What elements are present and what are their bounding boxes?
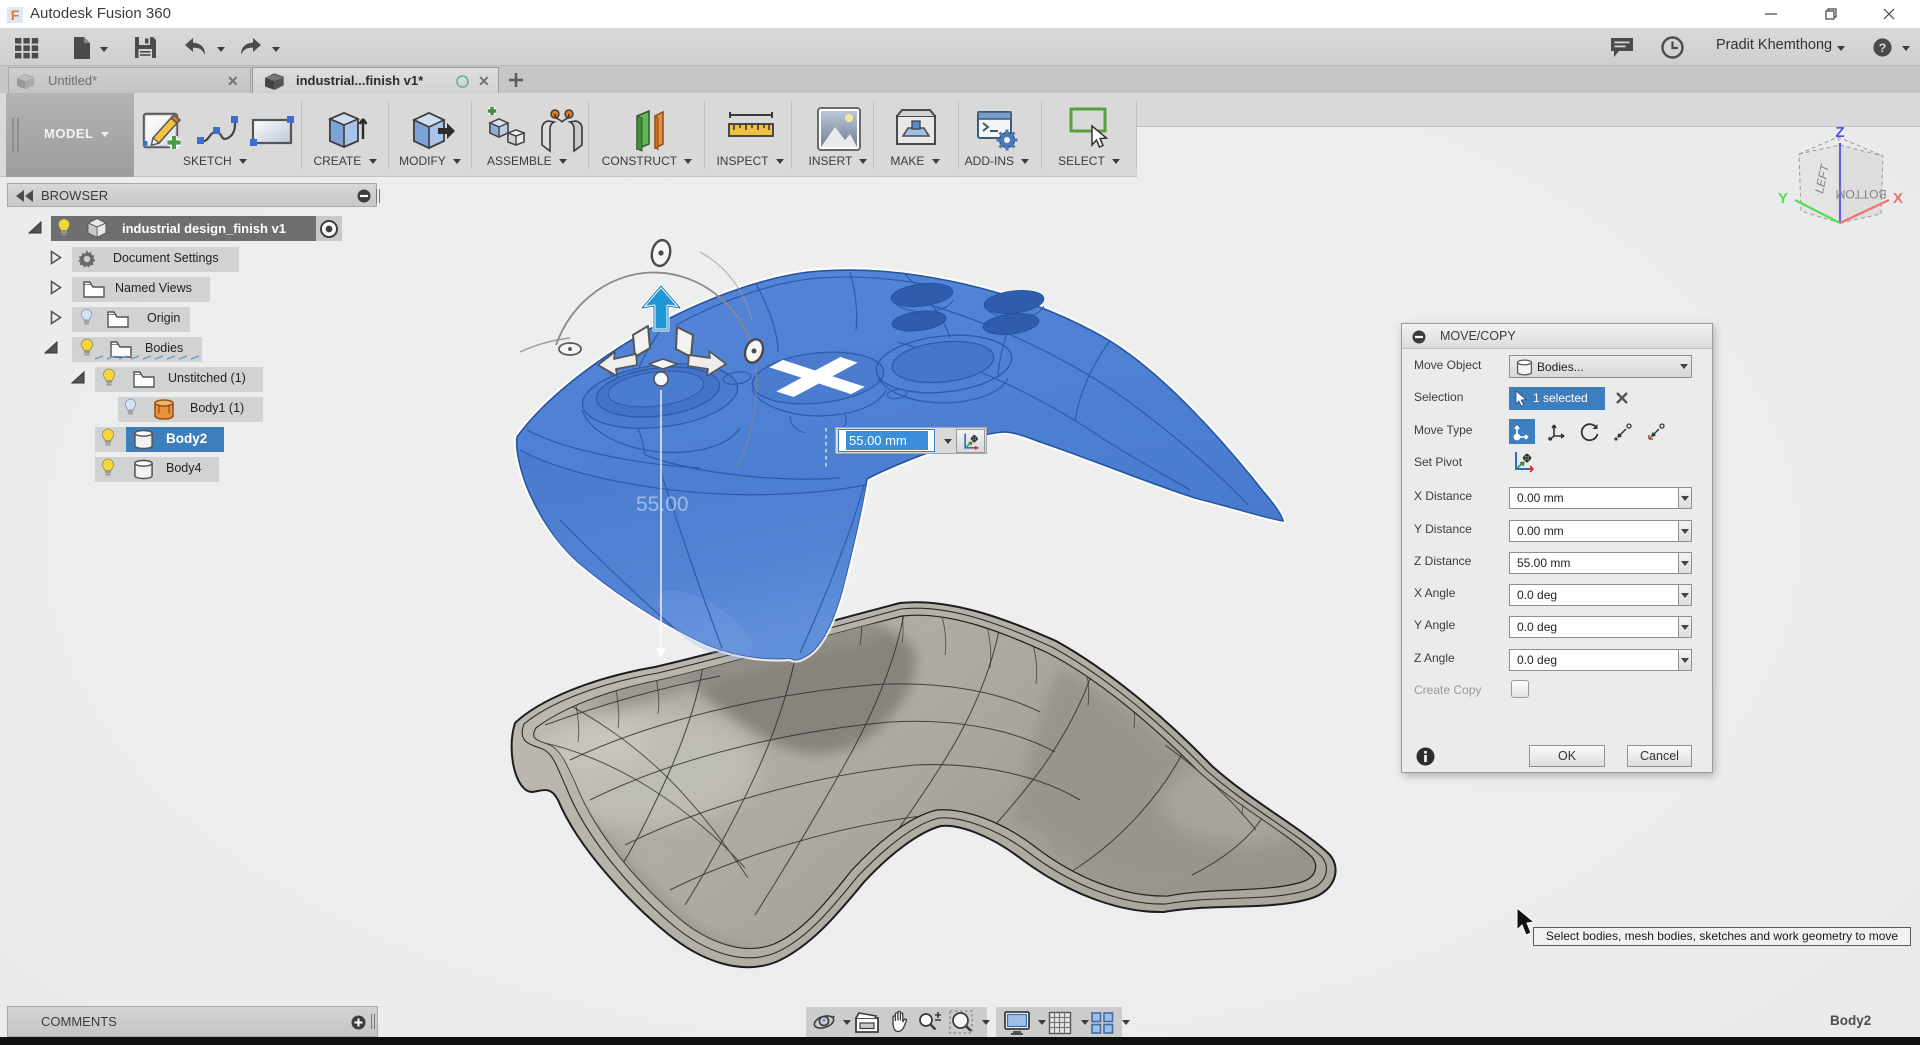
svg-text:Y: Y (1778, 190, 1788, 207)
svg-text:BOTTOM: BOTTOM (1835, 187, 1886, 201)
svg-text:X: X (1893, 190, 1903, 207)
svg-text:?: ? (1879, 41, 1887, 55)
svg-text:55.00: 55.00 (636, 493, 689, 516)
